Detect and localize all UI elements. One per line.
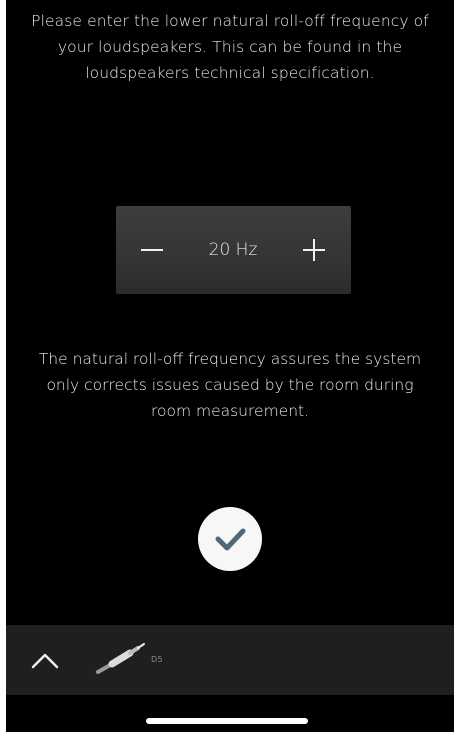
frequency-stepper: 20 Hz [116,206,351,294]
frequency-value: 20 Hz [208,240,258,260]
explanation-text: The natural roll-off frequency assures t… [38,350,422,420]
bottom-bar: D5 [6,625,454,695]
instruction-text: Please enter the lower natural roll-off … [31,12,429,82]
decrement-button[interactable] [130,228,174,272]
cable-icon [96,643,145,674]
device-label: D5 [151,655,163,664]
increment-button[interactable] [292,228,336,272]
chevron-up-icon[interactable] [28,645,62,675]
roll-off-frequency-screen: Please enter the lower natural roll-off … [6,0,454,732]
checkmark-icon [215,528,246,551]
confirm-button[interactable] [198,507,262,571]
home-indicator [146,718,308,724]
minus-icon [141,249,163,251]
